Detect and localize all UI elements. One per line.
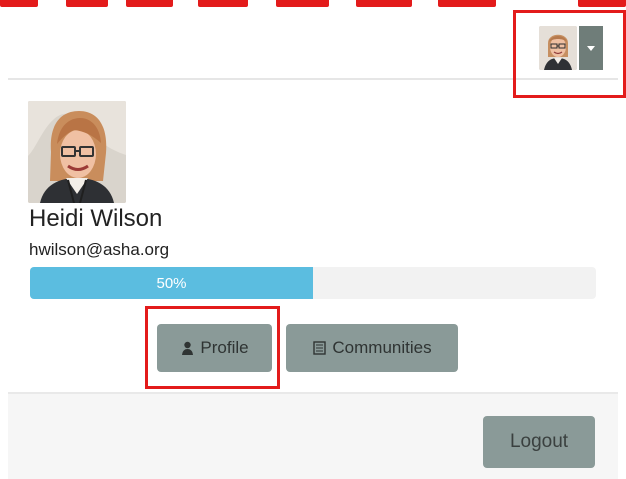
user-photo-icon bbox=[28, 101, 126, 203]
progress-fill: 50% bbox=[30, 267, 313, 299]
list-icon bbox=[312, 341, 326, 355]
progress-label: 50% bbox=[156, 274, 187, 292]
user-photo-icon bbox=[539, 26, 577, 70]
communities-button[interactable]: Communities bbox=[286, 324, 458, 372]
profile-button[interactable]: Profile bbox=[157, 324, 272, 372]
top-header bbox=[0, 0, 626, 78]
communities-button-label: Communities bbox=[332, 338, 432, 357]
profile-name: Heidi Wilson bbox=[29, 205, 163, 232]
profile-email: hwilson@asha.org bbox=[29, 240, 170, 259]
user-icon bbox=[180, 341, 194, 355]
dropdown-caret-button[interactable] bbox=[579, 26, 603, 70]
profile-completion-progress: 50% bbox=[30, 267, 596, 299]
profile-button-label: Profile bbox=[200, 338, 249, 357]
avatar bbox=[539, 26, 577, 70]
account-menu-page: Heidi Wilson hwilson@asha.org 50% Profil… bbox=[0, 0, 626, 479]
profile-card: Heidi Wilson hwilson@asha.org 50% Profil… bbox=[28, 101, 598, 391]
header-divider bbox=[8, 78, 618, 80]
caret-down-icon bbox=[587, 45, 595, 51]
user-menu-toggle[interactable] bbox=[525, 20, 617, 76]
profile-avatar bbox=[28, 101, 126, 203]
logout-button[interactable]: Logout bbox=[483, 416, 595, 468]
